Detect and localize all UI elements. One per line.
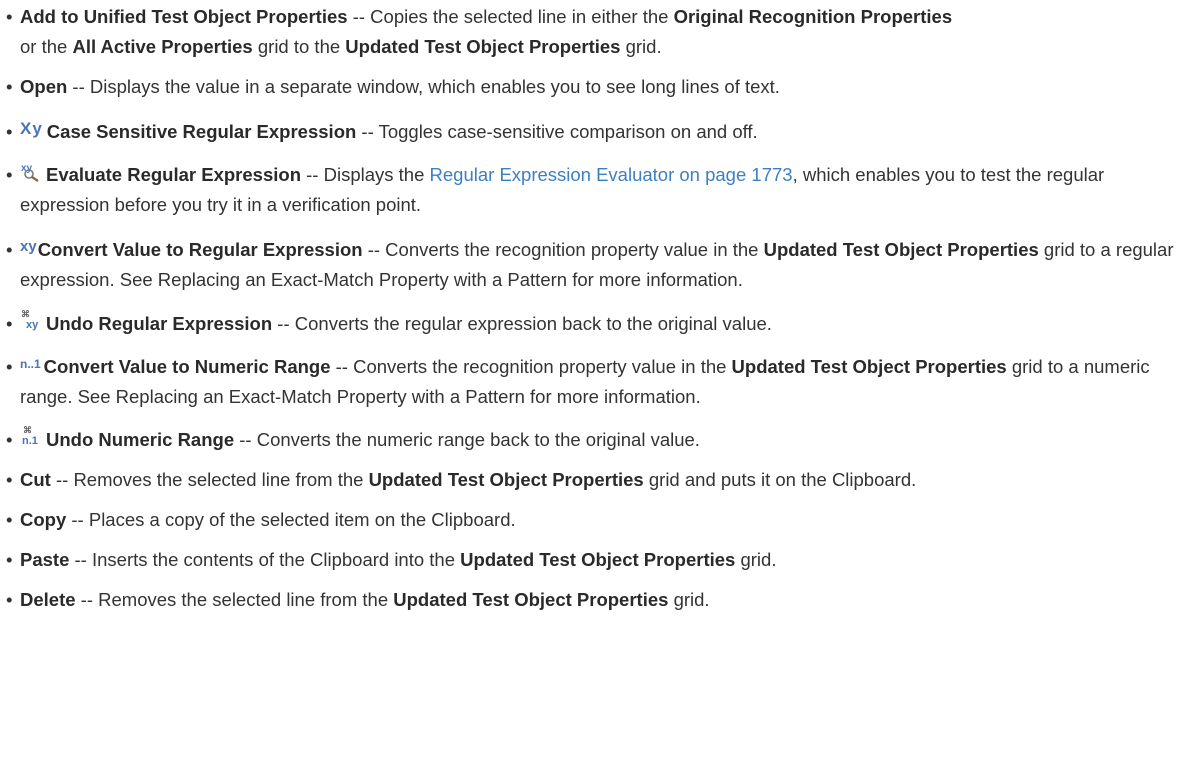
item-text: Removes the selected line from the	[98, 589, 394, 610]
item-title: Paste	[20, 549, 70, 570]
item-text: Displays the	[323, 164, 430, 185]
list-item-copy: Copy -- Places a copy of the selected it…	[6, 505, 1190, 535]
list-item-convert-numeric-range: n..1 Convert Value to Numeric Range -- C…	[6, 352, 1190, 412]
item-separator: --	[330, 356, 354, 377]
item-separator: --	[301, 164, 324, 185]
item-title: Convert Value to Regular Expression	[37, 239, 363, 260]
item-title: Undo Regular Expression	[46, 313, 273, 334]
item-text: grid.	[620, 36, 662, 57]
item-text: Removes the selected line from the	[73, 469, 369, 490]
item-bold-term: Updated Test Object Properties	[731, 356, 1007, 377]
item-bold-term: Original Recognition Properties	[673, 6, 953, 27]
item-text: grid.	[735, 549, 777, 570]
item-separator: --	[272, 313, 295, 334]
toolbar-command-list: Add to Unified Test Object Properties --…	[6, 2, 1190, 615]
list-item-convert-to-regex: xy Convert Value to Regular Expression -…	[6, 235, 1190, 295]
item-text: Inserts the contents of the Clipboard in…	[91, 549, 461, 570]
list-item-delete: Delete -- Removes the selected line from…	[6, 585, 1190, 615]
item-bold-term: Updated Test Object Properties	[345, 36, 621, 57]
item-text: grid.	[668, 589, 710, 610]
item-text: grid and puts it on the Clipboard.	[643, 469, 917, 490]
item-title: Cut	[20, 469, 51, 490]
item-separator: --	[75, 589, 99, 610]
item-separator: --	[234, 429, 257, 450]
item-separator: --	[362, 239, 386, 260]
item-text: or the	[20, 36, 73, 57]
list-item-case-sensitive-regex: Xy Case Sensitive Regular Expression -- …	[6, 117, 1190, 147]
item-separator: --	[50, 469, 74, 490]
item-bold-term: Updated Test Object Properties	[763, 239, 1039, 260]
evaluate-regex-icon: xy	[20, 162, 42, 182]
item-bold-term: All Active Properties	[72, 36, 253, 57]
item-title: Case Sensitive Regular Expression	[46, 121, 357, 142]
item-separator: --	[67, 76, 90, 97]
item-text: Converts the recognition property value …	[353, 356, 732, 377]
list-item-undo-numeric-range: ⌘ n.1 Undo Numeric Range -- Converts the…	[6, 425, 1190, 455]
regex-evaluator-link[interactable]: Regular Expression Evaluator on page 177…	[430, 164, 793, 185]
svg-text:n.1: n.1	[22, 435, 38, 447]
list-item-cut: Cut -- Removes the selected line from th…	[6, 465, 1190, 495]
svg-text:xy: xy	[26, 319, 39, 331]
item-title: Undo Numeric Range	[46, 429, 235, 450]
list-item-add-to-unified: Add to Unified Test Object Properties --…	[6, 2, 1190, 62]
svg-text:⌘: ⌘	[23, 425, 32, 435]
item-separator: --	[356, 121, 379, 142]
item-separator: --	[69, 549, 92, 570]
item-text: Displays the value in a separate window,…	[89, 76, 780, 97]
item-text: Places a copy of the selected item on th…	[88, 509, 516, 530]
case-sensitive-regex-icon: Xy	[20, 119, 43, 138]
list-item-paste: Paste -- Inserts the contents of the Cli…	[6, 545, 1190, 575]
item-text: Toggles case-sensitive comparison on and…	[378, 121, 758, 142]
item-text: Converts the recognition property value …	[385, 239, 764, 260]
item-title: Convert Value to Numeric Range	[43, 356, 331, 377]
list-item-evaluate-regex: xy Evaluate Regular Expression -- Displa…	[6, 160, 1190, 220]
item-text: Converts the regular expression back to …	[294, 313, 772, 334]
convert-to-regex-icon: xy	[20, 238, 37, 255]
list-item-undo-regex: ⌘ xy Undo Regular Expression -- Converts…	[6, 309, 1190, 339]
item-bold-term: Updated Test Object Properties	[368, 469, 644, 490]
undo-regex-icon: ⌘ xy	[20, 309, 42, 331]
item-separator: --	[347, 6, 371, 27]
item-separator: --	[66, 509, 89, 530]
svg-text:xy: xy	[21, 163, 33, 174]
item-title: Delete	[20, 589, 76, 610]
item-text: Copies the selected line in either the	[370, 6, 674, 27]
svg-text:⌘: ⌘	[21, 309, 30, 319]
item-title: Copy	[20, 509, 67, 530]
item-title: Add to Unified Test Object Properties	[20, 6, 348, 27]
item-title: Open	[20, 76, 68, 97]
list-item-open: Open -- Displays the value in a separate…	[6, 72, 1190, 102]
numeric-range-icon: n..1	[20, 357, 41, 371]
undo-numeric-range-icon: ⌘ n.1	[20, 425, 42, 447]
item-title: Evaluate Regular Expression	[46, 164, 301, 185]
item-bold-term: Updated Test Object Properties	[460, 549, 736, 570]
item-text: grid to the	[252, 36, 346, 57]
item-text: Converts the numeric range back to the o…	[256, 429, 700, 450]
item-bold-term: Updated Test Object Properties	[393, 589, 669, 610]
document-page: Add to Unified Test Object Properties --…	[0, 2, 1194, 775]
